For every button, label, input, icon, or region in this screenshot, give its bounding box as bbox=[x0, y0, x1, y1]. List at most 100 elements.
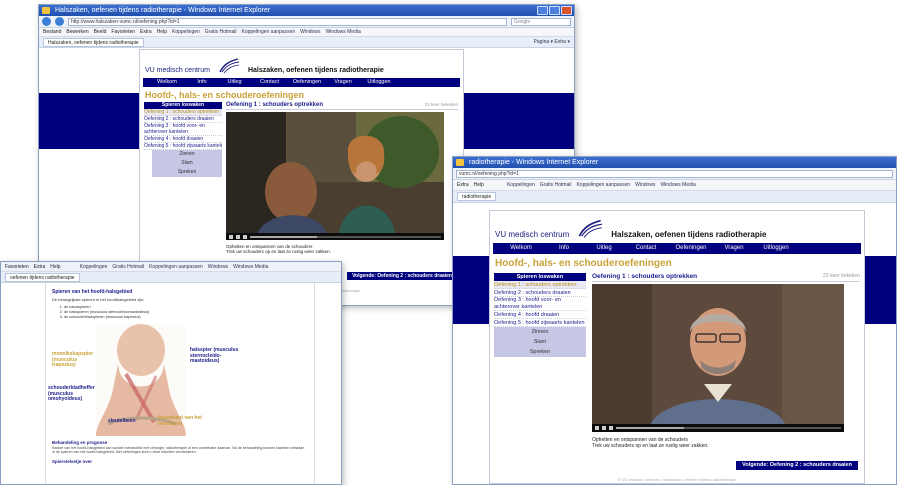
sidebar-item-oefening-4[interactable]: Oefening 4 : hoofd draaien bbox=[144, 136, 222, 143]
volume-icon[interactable] bbox=[243, 234, 247, 239]
label-sternum: bovenkant van het borstbeen bbox=[158, 415, 202, 427]
sidebar-header: Spieren loswaken bbox=[144, 102, 222, 109]
right-window-titlebar[interactable]: radiotherapie - Windows Internet Explore… bbox=[453, 157, 896, 168]
menu-item[interactable]: Help bbox=[474, 182, 484, 188]
forward-icon[interactable] bbox=[55, 17, 64, 26]
video-player[interactable] bbox=[226, 112, 444, 240]
favorites-link[interactable]: Windows bbox=[208, 264, 228, 270]
browser-tab[interactable]: Halszaken, oefenen tijdens radiotherapie bbox=[43, 37, 144, 47]
menu-item[interactable]: Extra bbox=[140, 29, 152, 35]
address-bar: http://www.halszaken-vumc.nl/oefening.ph… bbox=[39, 16, 574, 28]
sidebar-item-oefening-5[interactable]: Oefening 5 : hoofd zijwaarts kantelen bbox=[494, 319, 586, 327]
nav-vragen[interactable]: Vragen bbox=[327, 78, 359, 87]
favorites-link[interactable]: Windows Media bbox=[325, 29, 360, 35]
nav-uitleg[interactable]: Uitleg bbox=[217, 78, 252, 87]
site-nav: Welkom Info Uitleg Contact Oefeningen Vr… bbox=[493, 243, 861, 254]
url-input[interactable]: http://www.halszaken-vumc.nl/oefening.ph… bbox=[68, 17, 507, 26]
sidebar-sub-spreken[interactable]: Spreken bbox=[152, 168, 222, 177]
sidebar-item-oefening-2[interactable]: Oefening 2 : schouders draaien bbox=[494, 289, 586, 297]
menu-item[interactable]: Help bbox=[50, 264, 60, 270]
label-clavicle: sleutelbeen bbox=[108, 418, 136, 424]
sidebar-item-oefening-1[interactable]: Oefening 1 : schouders optrekken bbox=[144, 109, 222, 116]
sidebar-item-oefening-3[interactable]: Oefening 3 : hoofd voor- en achterover k… bbox=[494, 297, 586, 311]
nav-info[interactable]: Info bbox=[187, 78, 217, 87]
toolbar-tools[interactable]: Pagina ▾ Extra ▾ bbox=[534, 39, 570, 45]
exercise-main: Oefening 1 : schouders optrekken 23 keer… bbox=[592, 273, 860, 449]
favorites-link[interactable]: Windows bbox=[635, 182, 655, 188]
favorites-link[interactable]: Windows Media bbox=[660, 182, 695, 188]
browser-tab[interactable]: radiotherapie bbox=[457, 192, 497, 201]
volume-icon[interactable] bbox=[609, 426, 613, 430]
info-intro: De belangrijkste spieren in het hoofdhal… bbox=[52, 297, 145, 302]
sidebar-item-oefening-2[interactable]: Oefening 2 : schouders draaien bbox=[144, 116, 222, 123]
right-window-title: radiotherapie - Windows Internet Explore… bbox=[469, 159, 599, 166]
favorites-link[interactable]: Koppelingen bbox=[507, 182, 535, 188]
play-icon[interactable] bbox=[229, 234, 233, 239]
favorites-link[interactable]: Koppelingen aanpassen bbox=[149, 264, 203, 270]
tab-bar: Halszaken, oefenen tijdens radiotherapie… bbox=[39, 37, 574, 48]
nav-oefeningen[interactable]: Oefeningen bbox=[287, 78, 327, 87]
search-input[interactable]: Google bbox=[511, 17, 571, 26]
sidebar-item-oefening-5[interactable]: Oefening 5 : hoofd zijwaarts kantelen bbox=[144, 143, 222, 150]
sidebar-item-oefening-1[interactable]: Oefening 1 : schouders optrekken bbox=[494, 281, 586, 289]
stop-icon[interactable] bbox=[236, 234, 240, 239]
favorites-link[interactable]: Koppelingen aanpassen bbox=[576, 182, 630, 188]
menu-item[interactable]: Favorieten bbox=[111, 29, 135, 35]
address-bar: vumc.nl/oefening.php?id=1 bbox=[453, 168, 896, 180]
right-browser-window: radiotherapie - Windows Internet Explore… bbox=[452, 156, 897, 485]
video-progress[interactable] bbox=[616, 427, 841, 429]
maximize-icon[interactable] bbox=[549, 6, 560, 15]
nav-uitloggen[interactable]: Uitloggen bbox=[359, 78, 399, 87]
left-viewport: Spieren van het hoofd-halsgebied De bela… bbox=[1, 283, 341, 484]
back-icon[interactable] bbox=[42, 17, 51, 26]
menu-item[interactable]: Bestand bbox=[43, 29, 61, 35]
back-window-title: Halszaken, oefenen tijdens radiotherapie… bbox=[55, 7, 271, 14]
next-exercise-button[interactable]: Volgende: Oefening 2 : schouders draaien bbox=[347, 272, 457, 280]
minimize-icon[interactable] bbox=[537, 6, 548, 15]
favorites-link[interactable]: Gratis Hotmail bbox=[205, 29, 237, 35]
favorites-link[interactable]: Koppelingen bbox=[172, 29, 200, 35]
sidebar-item-oefening-3[interactable]: Oefening 3 : hoofd voor- en achterover k… bbox=[144, 123, 222, 136]
sidebar-sub-slam[interactable]: Slam bbox=[494, 337, 586, 347]
menu-item[interactable]: Extra bbox=[34, 264, 46, 270]
favorites-link[interactable]: Gratis Hotmail bbox=[112, 264, 144, 270]
brand: VU medisch centrum bbox=[145, 67, 210, 74]
nav-welkom[interactable]: Welkom bbox=[147, 78, 187, 87]
menu-item[interactable]: Bewerken bbox=[66, 29, 88, 35]
page-title: Hoofd-, hals- en schouderoefeningen bbox=[145, 90, 305, 100]
nav-info[interactable]: Info bbox=[545, 243, 583, 254]
nav-uitleg[interactable]: Uitleg bbox=[583, 243, 625, 254]
sidebar-sub-zinnen[interactable]: Zinnen bbox=[494, 327, 586, 337]
nav-contact[interactable]: Contact bbox=[252, 78, 287, 87]
menu-item[interactable]: Help bbox=[157, 29, 167, 35]
app-title: Halszaken, oefenen tijdens radiotherapie bbox=[247, 67, 384, 74]
favorites-link[interactable]: Windows bbox=[300, 29, 320, 35]
sidebar-item-oefening-4[interactable]: Oefening 4 : hoofd draaien bbox=[494, 311, 586, 319]
favorites-link[interactable]: Koppelingen aanpassen bbox=[241, 29, 295, 35]
next-exercise-button[interactable]: Volgende: Oefening 2 : schouders draaien bbox=[736, 461, 858, 470]
nav-vragen[interactable]: Vragen bbox=[715, 243, 753, 254]
nav-uitloggen[interactable]: Uitloggen bbox=[753, 243, 799, 254]
play-icon[interactable] bbox=[595, 426, 599, 430]
nav-welkom[interactable]: Welkom bbox=[497, 243, 545, 254]
url-input[interactable]: vumc.nl/oefening.php?id=1 bbox=[456, 169, 893, 178]
sidebar-sub-slam[interactable]: Slam bbox=[152, 159, 222, 168]
stop-icon[interactable] bbox=[602, 426, 606, 430]
nav-oefeningen[interactable]: Oefeningen bbox=[667, 243, 715, 254]
menu-item[interactable]: Favorieten bbox=[5, 264, 29, 270]
sidebar-sub-zinnen[interactable]: Zinnen bbox=[152, 150, 222, 159]
video-player[interactable] bbox=[592, 284, 844, 432]
browser-tab[interactable]: oefenen tijdens radiotherapie bbox=[5, 272, 80, 282]
close-icon[interactable] bbox=[561, 6, 572, 15]
nav-contact[interactable]: Contact bbox=[625, 243, 667, 254]
video-progress[interactable] bbox=[250, 235, 441, 238]
left-browser-window: Favorieten Extra Help Koppelingen Gratis… bbox=[0, 261, 342, 485]
menu-item[interactable]: Beeld bbox=[94, 29, 107, 35]
menu-item[interactable]: Extra bbox=[457, 182, 469, 188]
sidebar-sub-spreken[interactable]: Spreken bbox=[494, 347, 586, 357]
back-window-titlebar[interactable]: Halszaken, oefenen tijdens radiotherapie… bbox=[39, 5, 574, 16]
favorites-link[interactable]: Koppelingen bbox=[80, 264, 108, 270]
vu-logo-icon bbox=[578, 219, 603, 238]
favorites-link[interactable]: Windows Media bbox=[233, 264, 268, 270]
favorites-link[interactable]: Gratis Hotmail bbox=[540, 182, 572, 188]
